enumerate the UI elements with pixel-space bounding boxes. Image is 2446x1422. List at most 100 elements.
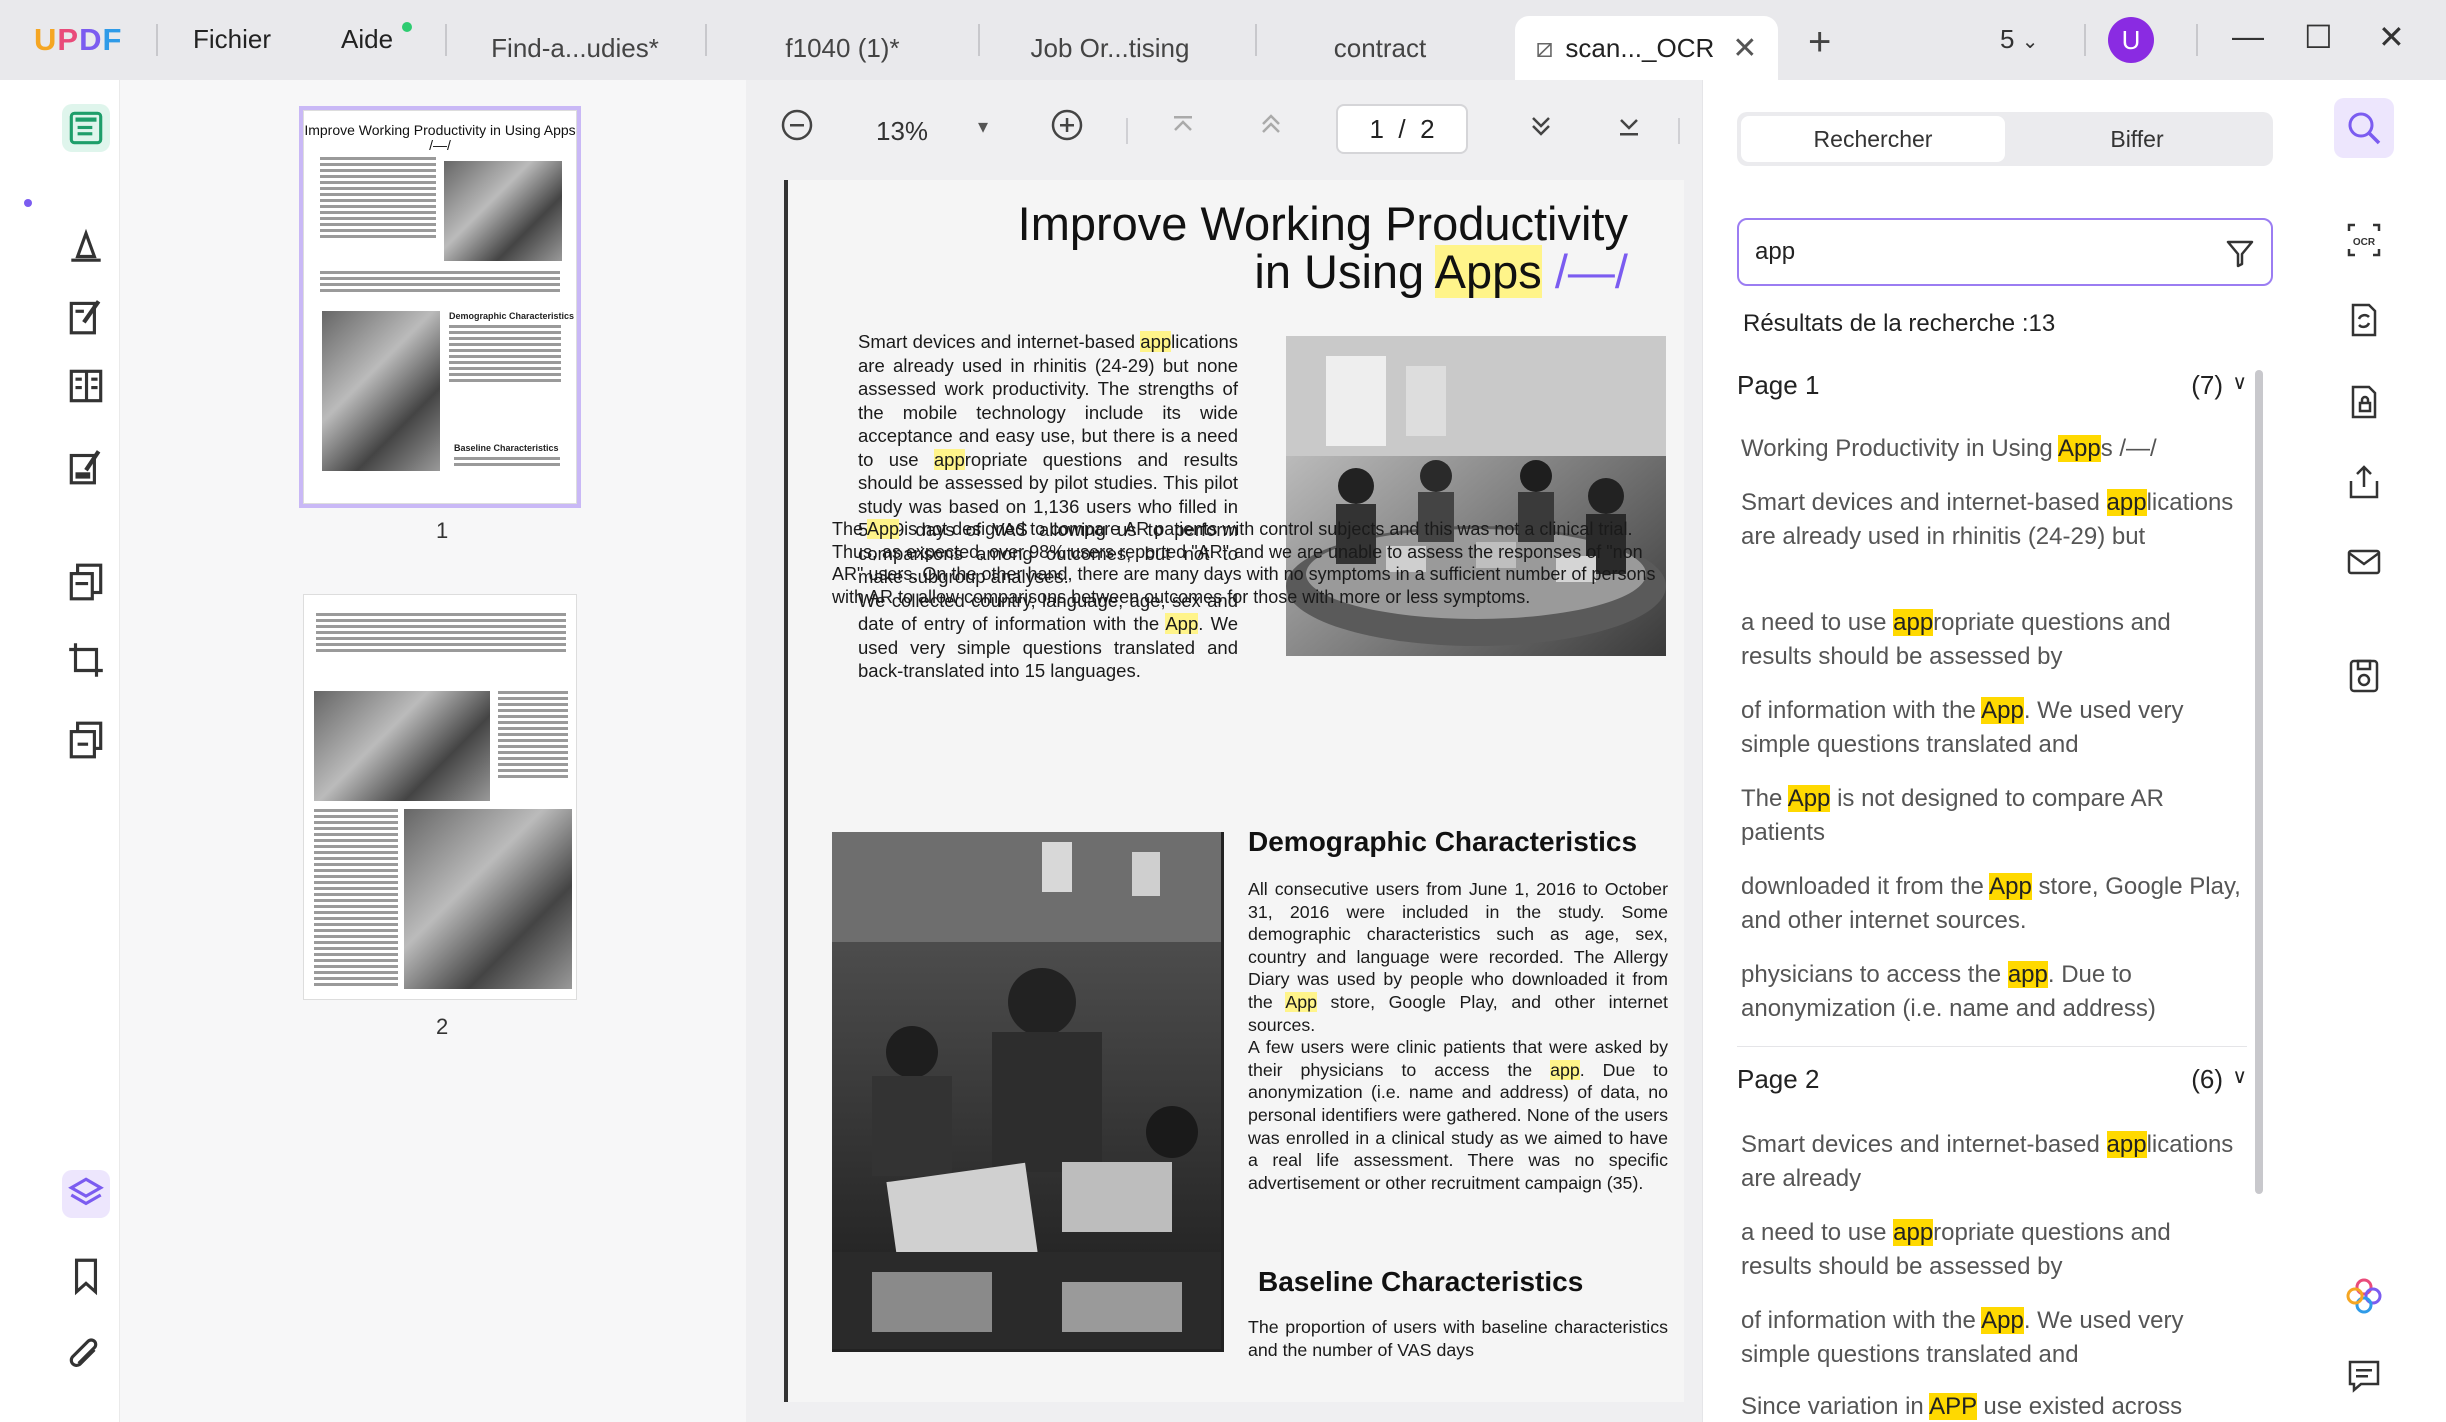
comment-icon[interactable]	[62, 222, 110, 270]
search-result[interactable]: of information with the App. We used ver…	[1741, 1304, 2241, 1372]
convert-icon[interactable]	[62, 558, 110, 606]
tab-find-studies[interactable]: Find-a...udies*	[450, 16, 700, 80]
search-result[interactable]: a need to use appropriate questions and …	[1741, 606, 2241, 674]
close-tab-icon[interactable]: ✕	[1732, 31, 1757, 66]
notification-dot	[402, 22, 412, 32]
minimize-icon[interactable]: —	[2232, 18, 2264, 55]
next-page-icon[interactable]	[1524, 108, 1558, 149]
result-highlight: app	[2106, 1131, 2147, 1158]
heading-baseline: Baseline Characteristics	[1258, 1266, 1584, 1297]
protect-icon[interactable]	[2334, 372, 2394, 432]
search-icon[interactable]	[2334, 98, 2394, 158]
tab-f1040[interactable]: f1040 (1)*	[710, 16, 975, 80]
divider	[1678, 118, 1680, 144]
first-page-icon[interactable]	[1166, 108, 1200, 149]
search-result[interactable]: Working Productivity in Using Apps /—/	[1741, 432, 2241, 466]
search-result[interactable]: physicians to access the app. Due to ano…	[1741, 958, 2241, 1026]
text: Working Productivity in Using	[1741, 435, 2059, 462]
tab-count-dropdown[interactable]: 5 ⌄	[2000, 24, 2038, 55]
office-meeting-photo	[1286, 336, 1666, 656]
menu-help[interactable]: Aide	[341, 24, 393, 55]
results-scrollbar[interactable]	[2255, 370, 2263, 1194]
svg-text:OCR: OCR	[2353, 237, 2376, 248]
close-window-icon[interactable]: ✕	[2378, 18, 2405, 56]
share-icon[interactable]	[2334, 452, 2394, 512]
menu-file[interactable]: Fichier	[193, 24, 271, 55]
divider	[156, 24, 158, 56]
chevron-down-icon[interactable]: ∨	[2232, 370, 2247, 395]
page-number-input[interactable]: 1 / 2	[1336, 104, 1468, 154]
search-result[interactable]: of information with the App. We used ver…	[1741, 694, 2241, 762]
result-highlight: app	[2007, 961, 2048, 988]
tab-label: Job Or...tising	[1030, 32, 1190, 63]
page-organize-icon[interactable]	[62, 362, 110, 410]
results-group-page-1[interactable]: Page 1 (7) ∨	[1737, 370, 2247, 410]
search-result[interactable]: The App is not designed to compare AR pa…	[1741, 782, 2241, 850]
search-result[interactable]: Since variation in APP use existed acros…	[1741, 1390, 2241, 1422]
form-icon[interactable]	[62, 442, 110, 490]
search-highlight: Apps	[1434, 245, 1542, 298]
thumb-page-number: 1	[436, 518, 449, 543]
layers-icon[interactable]	[62, 1170, 110, 1218]
zoom-out-icon[interactable]	[780, 108, 814, 149]
heading-demographic: Demographic Characteristics	[1248, 826, 1638, 857]
attachment-icon[interactable]	[62, 1332, 110, 1380]
filter-icon[interactable]	[2223, 236, 2257, 275]
results-group-page-2[interactable]: Page 2 (6) ∨	[1737, 1064, 2247, 1104]
text: is not designed to compare AR patients w…	[832, 519, 1656, 607]
text: use existed across	[1976, 1393, 2183, 1420]
thumb-photo	[444, 161, 562, 261]
chevron-down-icon[interactable]: ∨	[2232, 1064, 2247, 1089]
save-icon[interactable]	[2334, 646, 2394, 706]
tab-contract[interactable]: contract	[1260, 16, 1500, 80]
page-thumbnail-2[interactable]	[303, 594, 577, 1000]
ai-icon[interactable]	[2334, 1266, 2394, 1326]
paragraph-3: The App is not designed to compare AR pa…	[832, 518, 1668, 608]
pdf-page[interactable]: Improve Working Productivity in Using Ap…	[784, 180, 1684, 1402]
search-input[interactable]	[1755, 236, 2195, 268]
divider	[1737, 1046, 2247, 1047]
edit-icon[interactable]	[62, 292, 110, 340]
search-result[interactable]: Smart devices and internet-based applica…	[1741, 486, 2241, 554]
search-mode-toggle: Rechercher Biffer	[1737, 112, 2273, 166]
text: Smart devices and internet-based	[1741, 489, 2107, 516]
zoom-level[interactable]: 13%	[876, 116, 928, 147]
chat-icon[interactable]	[2334, 1346, 2394, 1406]
thumb-text	[454, 457, 560, 469]
email-icon[interactable]	[2334, 532, 2394, 592]
tab-job-advertising[interactable]: Job Or...tising	[985, 16, 1235, 80]
result-highlight: App	[2058, 435, 2101, 462]
add-tab-button[interactable]: +	[1808, 20, 1831, 65]
last-page-icon[interactable]	[1612, 108, 1646, 149]
convert-icon[interactable]	[2334, 290, 2394, 350]
text: The	[832, 519, 868, 539]
result-highlight: APP	[1929, 1393, 1977, 1420]
previous-page-icon[interactable]	[1254, 108, 1288, 149]
tab-search[interactable]: Rechercher	[1741, 116, 2005, 162]
tab-scan-ocr[interactable]: ⧄ scan..._OCR ✕	[1515, 16, 1778, 80]
bookmark-icon[interactable]	[62, 1252, 110, 1300]
crop-icon[interactable]	[62, 636, 110, 684]
maximize-icon[interactable]: ☐	[2304, 18, 2333, 56]
search-field[interactable]	[1737, 218, 2273, 286]
zoom-dropdown-icon[interactable]: ▾	[978, 114, 988, 139]
result-highlight: App	[1981, 1307, 2024, 1334]
page-thumbnail-1[interactable]: Improve Working Productivity in Using Ap…	[299, 106, 581, 508]
zoom-in-icon[interactable]	[1050, 108, 1084, 149]
compress-icon[interactable]	[62, 716, 110, 764]
text: s /—/	[2100, 435, 2157, 462]
group-count: (7)	[2191, 370, 2223, 400]
title-line-2: in Using Apps /—/	[948, 245, 1628, 298]
search-result[interactable]: Smart devices and internet-based applica…	[1741, 1128, 2241, 1196]
updf-logo[interactable]: UPDF	[34, 22, 122, 58]
reader-icon[interactable]	[62, 104, 110, 152]
thumb-photo	[322, 311, 440, 471]
search-panel: Rechercher Biffer Résultats de la recher…	[1702, 80, 2294, 1422]
tab-strike[interactable]: Biffer	[2005, 116, 2269, 162]
chevron-down-icon: ⌄	[2021, 31, 2039, 53]
search-result[interactable]: downloaded it from the App store, Google…	[1741, 870, 2241, 938]
thumb-heading: Baseline Characteristics	[454, 443, 559, 453]
ocr-icon[interactable]: OCR	[2334, 210, 2394, 270]
avatar[interactable]: U	[2108, 17, 2154, 63]
search-result[interactable]: a need to use appropriate questions and …	[1741, 1216, 2241, 1284]
